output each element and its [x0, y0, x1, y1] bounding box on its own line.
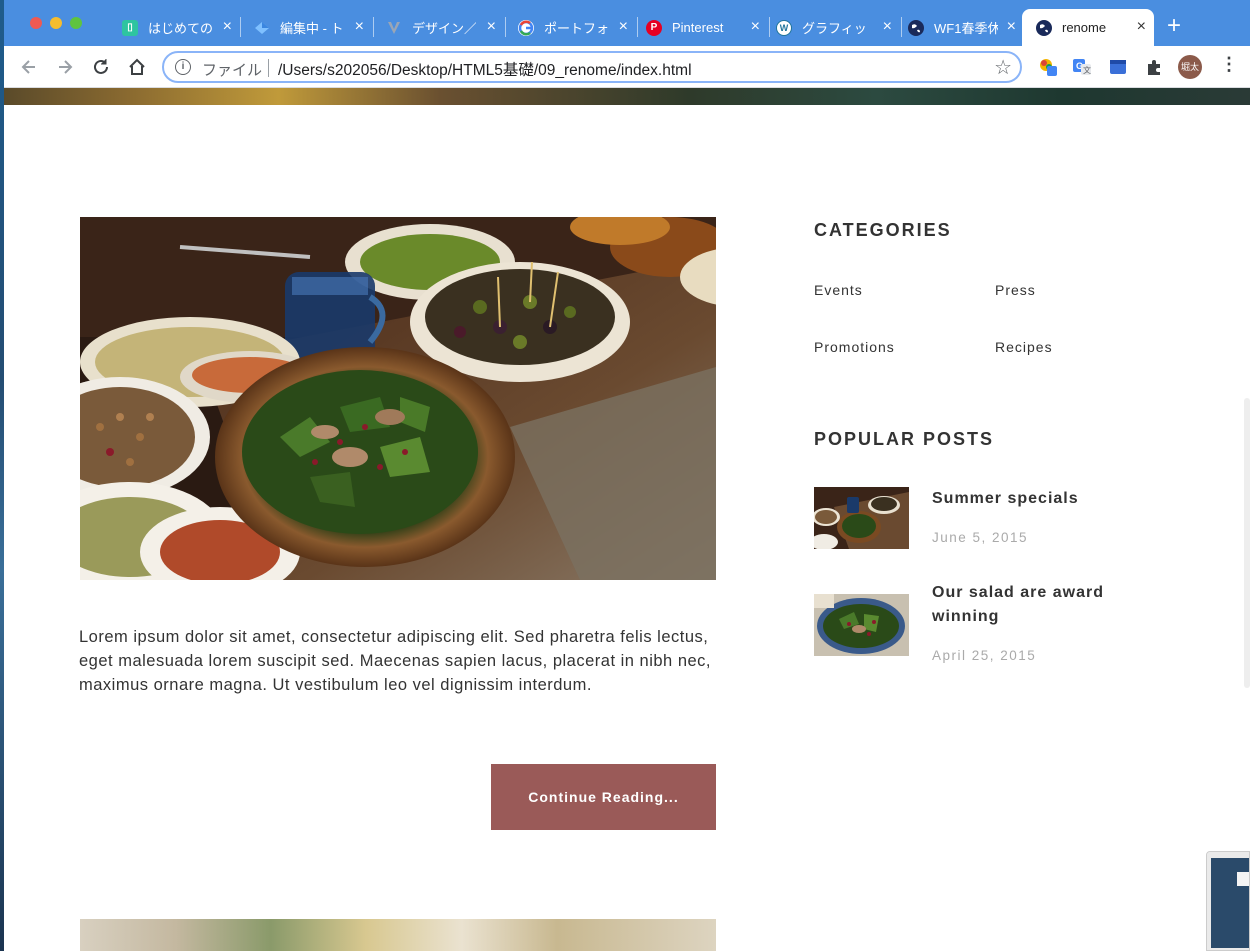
- address-url[interactable]: /Users/s202056/Desktop/HTML5基礎/09_renome…: [278, 58, 692, 80]
- tab-portfolio[interactable]: ポートフォ ×: [512, 9, 636, 46]
- tab-pinterest[interactable]: P Pinterest ×: [644, 9, 768, 46]
- category-link-recipes[interactable]: Recipes: [995, 339, 1053, 355]
- home-icon[interactable]: [126, 56, 148, 78]
- site-info-icon[interactable]: i: [175, 59, 191, 75]
- google-icon: [518, 19, 534, 36]
- close-tab-icon[interactable]: ×: [223, 19, 232, 35]
- window-extension-icon[interactable]: [1108, 57, 1128, 77]
- tab-wf1[interactable]: WF1春季休 ×: [908, 9, 1024, 46]
- next-post-image[interactable]: [80, 919, 716, 951]
- close-tab-icon[interactable]: ×: [883, 19, 892, 35]
- popular-post-title[interactable]: Our salad are award winning: [932, 581, 1142, 629]
- close-tab-icon[interactable]: ×: [1007, 19, 1016, 35]
- tab-separator: [901, 17, 902, 37]
- more-menu-icon[interactable]: ⋮: [1220, 54, 1238, 75]
- translate-extension-icon[interactable]: G文: [1072, 57, 1092, 77]
- tab-editing[interactable]: 編集中 - ト ×: [248, 9, 372, 46]
- back-arrow-icon[interactable]: [18, 56, 40, 78]
- v-logo-icon: [386, 20, 402, 36]
- tab-separator: [373, 17, 374, 37]
- post-featured-image[interactable]: [80, 217, 716, 580]
- popular-post-date: June 5, 2015: [932, 530, 1029, 545]
- svg-text:文: 文: [1083, 65, 1091, 75]
- category-link-events[interactable]: Events: [814, 282, 863, 298]
- forward-arrow-icon[interactable]: [54, 56, 76, 78]
- tab-separator: [637, 17, 638, 37]
- tab-separator: [240, 17, 241, 37]
- new-tab-button[interactable]: +: [1167, 14, 1181, 38]
- bookmark-star-icon[interactable]: ☆: [994, 55, 1012, 80]
- screenshot-preview-thumbnail[interactable]: [1206, 851, 1250, 951]
- close-window-button[interactable]: [30, 17, 42, 29]
- diamond-icon: [254, 20, 270, 36]
- page-viewport: Lorem ipsum dolor sit amet, consectetur …: [4, 88, 1250, 951]
- popular-posts-heading: POPULAR POSTS: [814, 429, 995, 449]
- tab-hajimete[interactable]: ▯ はじめての ×: [116, 9, 240, 46]
- globe-icon: [1036, 19, 1052, 36]
- address-bar[interactable]: i ファイル /Users/s202056/Desktop/HTML5基礎/09…: [162, 51, 1022, 83]
- close-tab-icon[interactable]: ×: [355, 19, 364, 35]
- browser-window: ▯ はじめての × 編集中 - ト × デザイン／ × ポートフォ × P Pi…: [4, 0, 1250, 951]
- scrollbar[interactable]: [1244, 398, 1250, 688]
- popular-post-date: April 25, 2015: [932, 648, 1037, 663]
- tab-strip: ▯ はじめての × 編集中 - ト × デザイン／ × ポートフォ × P Pi…: [4, 0, 1250, 46]
- close-tab-icon[interactable]: ×: [1137, 19, 1146, 35]
- address-scheme: ファイル: [202, 62, 263, 79]
- pinterest-icon: P: [646, 19, 662, 36]
- browser-toolbar: i ファイル /Users/s202056/Desktop/HTML5基礎/09…: [4, 46, 1250, 88]
- wordpress-icon: W: [776, 19, 792, 36]
- reload-icon[interactable]: [90, 56, 112, 78]
- address-divider: [268, 59, 269, 77]
- close-tab-icon[interactable]: ×: [619, 19, 628, 35]
- notebook-icon: ▯: [122, 19, 138, 36]
- popular-post-thumbnail[interactable]: [814, 487, 909, 549]
- close-tab-icon[interactable]: ×: [751, 19, 760, 35]
- categories-heading: CATEGORIES: [814, 220, 952, 240]
- tab-separator: [769, 17, 770, 37]
- category-link-promotions[interactable]: Promotions: [814, 339, 895, 355]
- tab-graphic[interactable]: W グラフィッ ×: [776, 9, 900, 46]
- tab-separator: [505, 17, 506, 37]
- close-tab-icon[interactable]: ×: [487, 19, 496, 35]
- tab-renome[interactable]: renome ×: [1022, 9, 1154, 46]
- color-picker-extension-icon[interactable]: [1038, 57, 1058, 77]
- popular-post-thumbnail[interactable]: [814, 594, 909, 656]
- extensions-puzzle-icon[interactable]: [1144, 57, 1164, 77]
- hero-image-bottom: [4, 88, 1250, 105]
- tab-design[interactable]: デザイン／ ×: [380, 9, 504, 46]
- zoom-window-button[interactable]: [70, 17, 82, 29]
- minimize-window-button[interactable]: [50, 17, 62, 29]
- post-excerpt: Lorem ipsum dolor sit amet, consectetur …: [79, 628, 712, 694]
- popular-post-title[interactable]: Summer specials: [932, 487, 1142, 511]
- profile-avatar[interactable]: 堀太: [1178, 55, 1202, 79]
- category-link-press[interactable]: Press: [995, 282, 1036, 298]
- globe-icon: [908, 19, 924, 36]
- continue-reading-button[interactable]: Continue Reading...: [491, 764, 716, 830]
